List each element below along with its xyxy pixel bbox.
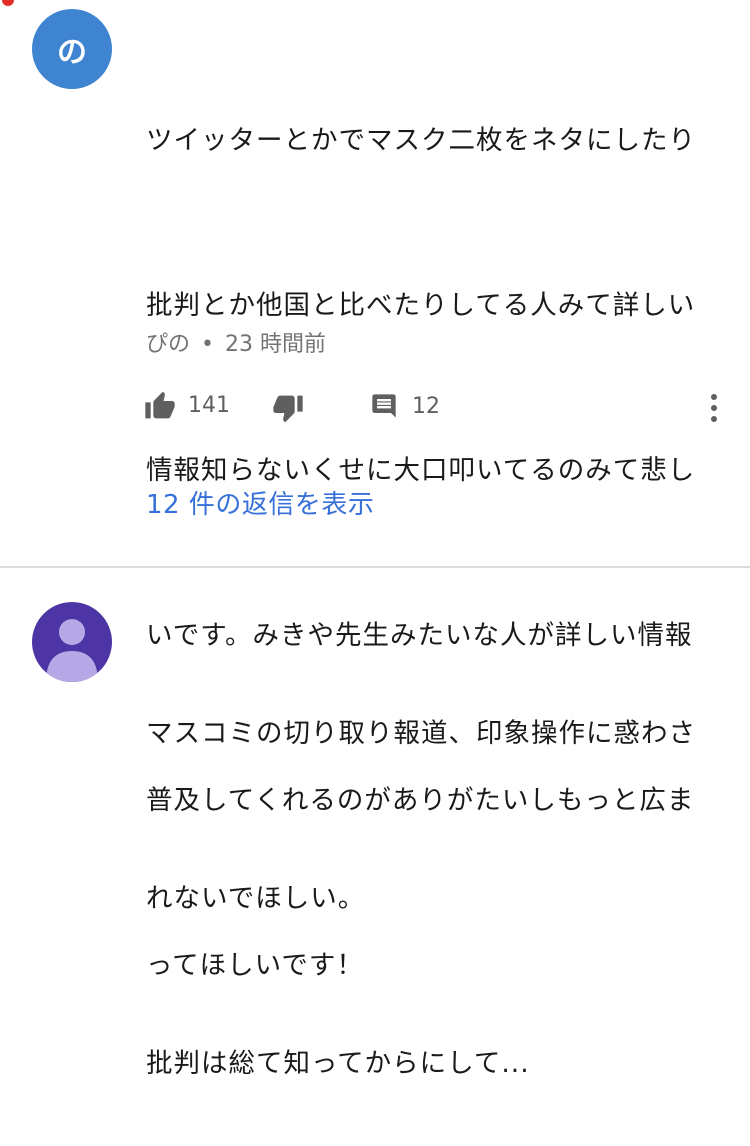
comment-text-line: れないでほしい。 — [146, 883, 366, 914]
like-button[interactable]: 141 — [144, 390, 230, 420]
comment-text-line: ツイッターとかでマスク二枚をネタにしたり — [146, 125, 696, 156]
like-count: 141 — [188, 392, 230, 418]
thumbs-up-icon — [145, 391, 175, 419]
avatar[interactable] — [32, 602, 112, 682]
more-options-button[interactable] — [706, 392, 722, 424]
default-user-icon — [46, 619, 98, 682]
timestamp: 23 時間前 — [225, 332, 326, 357]
comment-text-line: 批判は総て知ってからにして... — [146, 1048, 530, 1079]
comment-text: マスコミの切り取り報道、印象操作に惑わさ れないでほしい。 批判は総て知ってから… — [146, 596, 736, 1146]
thumbs-down-icon — [273, 395, 303, 423]
avatar-letter: の — [57, 35, 87, 70]
reply-count: 12 — [412, 393, 440, 419]
reply-button[interactable]: 12 — [370, 392, 440, 420]
comment-meta: ぴの • 23 時間前 — [146, 326, 326, 358]
comment-text-line: マスコミの切り取り報道、印象操作に惑わさ — [146, 718, 696, 749]
comment-actions: 141 12 — [0, 388, 750, 428]
comment-text-line: 批判とか他国と比べたりしてる人みて詳しい — [146, 290, 696, 321]
author-name[interactable]: ぴの — [146, 332, 190, 357]
avatar[interactable]: の — [32, 9, 112, 89]
meta-separator: • — [201, 332, 214, 357]
dislike-button[interactable] — [272, 394, 304, 424]
comment-thread-1: の ツイッターとかでマスク二枚をネタにしたり 批判とか他国と比べたりしてる人みて… — [0, 0, 750, 981]
view-replies-link[interactable]: 12 件の返信を表示 — [146, 484, 374, 521]
comment-divider — [0, 566, 750, 568]
reply-comment-icon — [372, 394, 396, 418]
more-vert-icon — [711, 394, 717, 422]
